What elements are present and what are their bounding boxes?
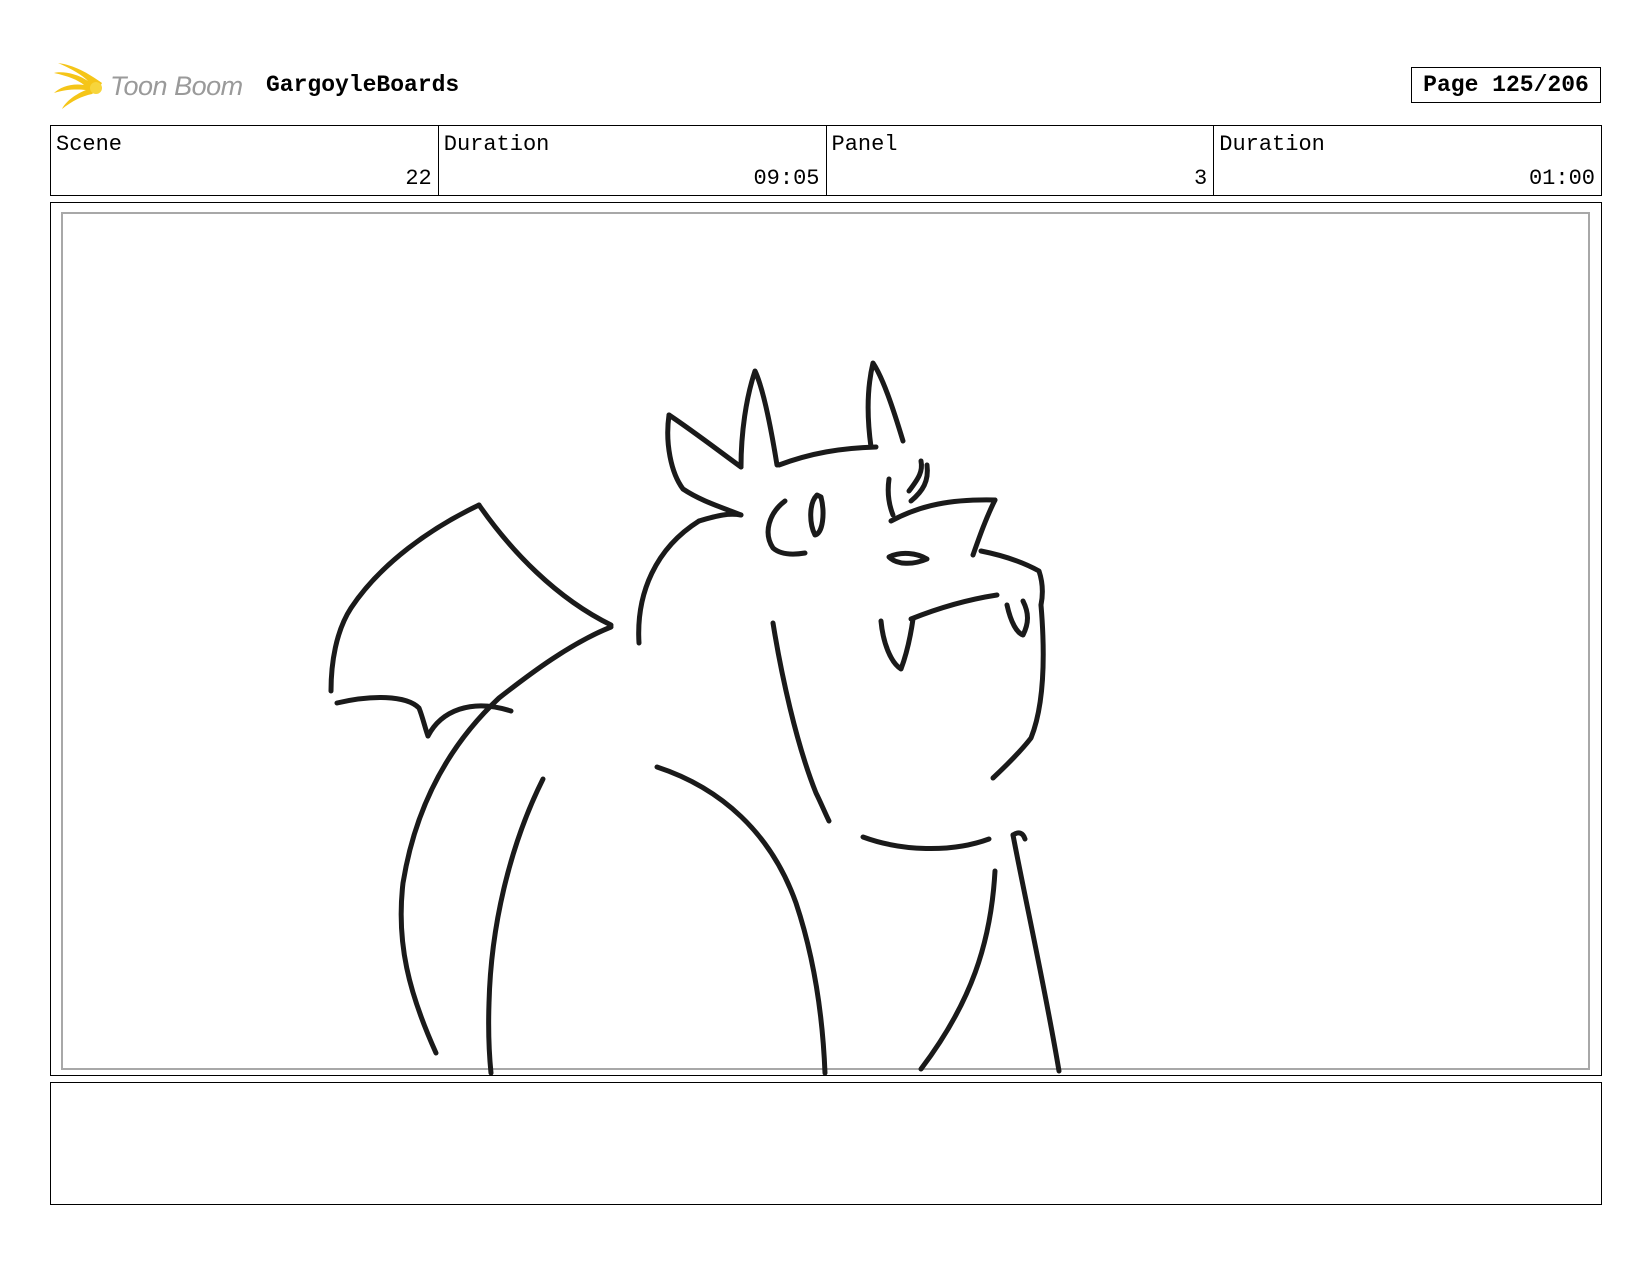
scene-duration-value: 09:05 <box>753 166 820 191</box>
starburst-icon <box>54 63 102 109</box>
page-indicator: Page 125/206 <box>1411 67 1601 103</box>
project-name: GargoyleBoards <box>266 72 460 98</box>
panel-image-frame <box>50 202 1602 1076</box>
logo-text: Toon Boom <box>110 70 243 101</box>
panel-info-row: Scene 22 Duration 09:05 Panel 3 Duration… <box>50 125 1602 196</box>
scene-value: 22 <box>405 166 432 191</box>
panel-label: Panel <box>831 132 898 157</box>
scene-duration-cell: Duration 09:05 <box>439 126 827 195</box>
panel-cell: Panel 3 <box>827 126 1215 195</box>
panel-duration-label: Duration <box>1219 132 1325 157</box>
panel-duration-cell: Duration 01:00 <box>1214 126 1601 195</box>
scene-cell: Scene 22 <box>51 126 439 195</box>
gargoyle-sketch <box>328 360 1062 1075</box>
toon-boom-logo: Toon Boom <box>52 58 252 114</box>
panel-value: 3 <box>1194 166 1208 191</box>
panel-duration-value: 01:00 <box>1528 166 1595 191</box>
scene-label: Scene <box>56 132 123 157</box>
scene-duration-label: Duration <box>443 132 550 157</box>
panel-notes-box[interactable] <box>50 1082 1602 1205</box>
